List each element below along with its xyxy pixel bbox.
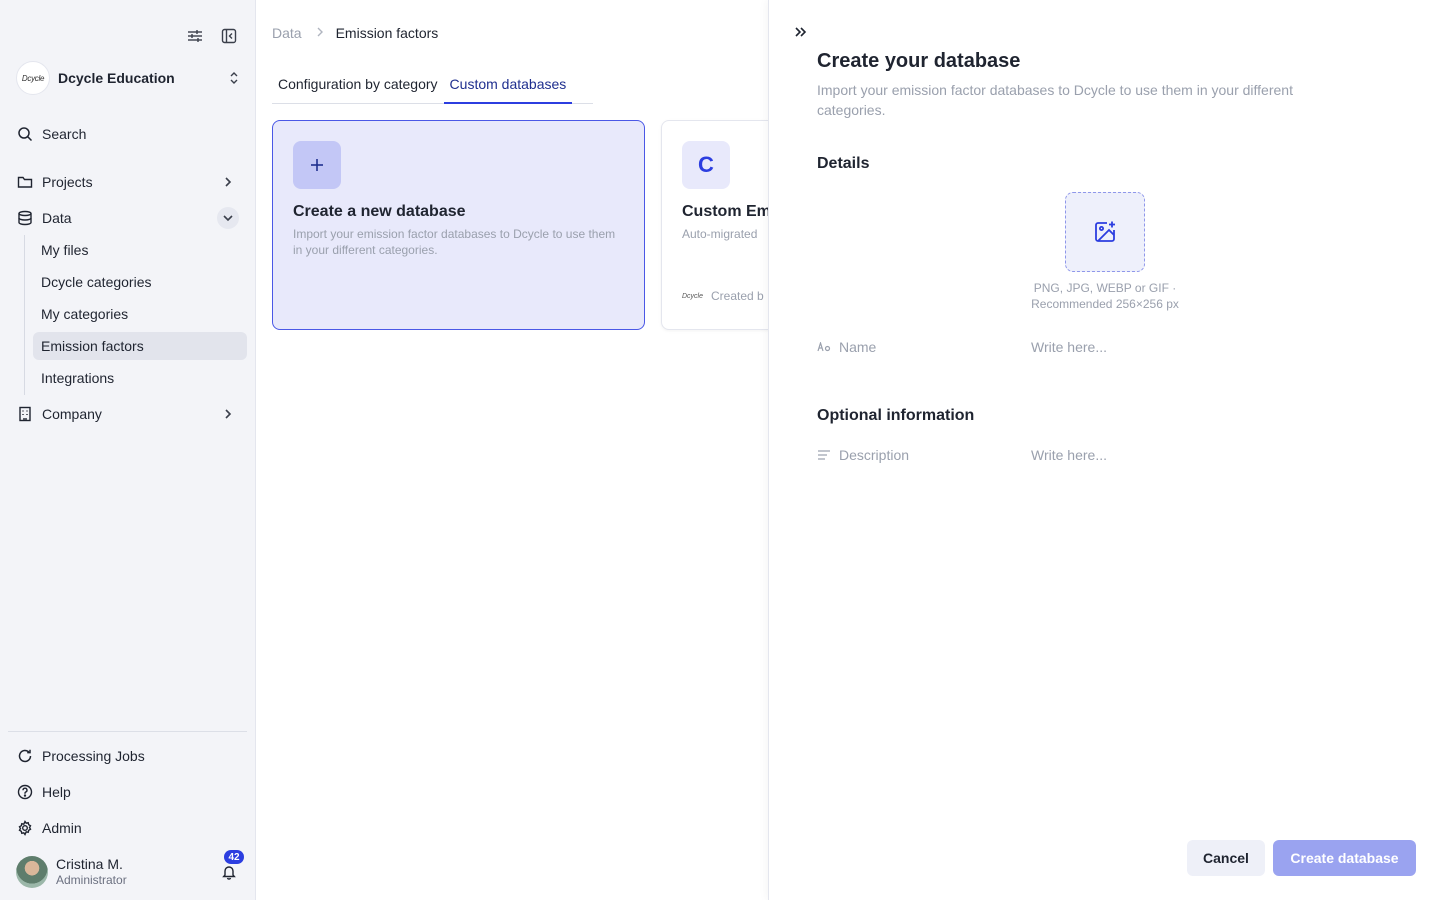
tab-custom-databases[interactable]: Custom databases bbox=[443, 72, 573, 104]
database-card[interactable]: C Custom Em Auto-migrated Dcycle Created… bbox=[661, 120, 768, 330]
refresh-icon bbox=[16, 747, 34, 765]
panel-title: Create your database bbox=[817, 50, 1021, 72]
gear-icon bbox=[16, 819, 34, 837]
dcycle-logo: Dcycle bbox=[682, 292, 704, 300]
tab-configuration-by-category[interactable]: Configuration by category bbox=[272, 72, 444, 104]
panel-subtitle: Import your emission factor databases to… bbox=[817, 82, 1293, 118]
create-database-button[interactable]: Create database bbox=[1273, 840, 1416, 876]
sidebar: Dcycle Dcycle Education Search Projects … bbox=[0, 0, 256, 900]
user-name: Cristina M. bbox=[56, 856, 123, 872]
nav-data[interactable]: Data bbox=[8, 203, 247, 233]
database-icon bbox=[16, 209, 34, 227]
submenu-guide-line bbox=[24, 235, 25, 395]
create-database-card-title: Create a new database bbox=[293, 203, 466, 220]
user-text: Cristina M. Administrator bbox=[56, 856, 218, 888]
database-card-description: Auto-migrated bbox=[682, 227, 758, 241]
description-label-text: Description bbox=[839, 447, 910, 463]
cancel-button[interactable]: Cancel bbox=[1187, 840, 1265, 876]
search-icon bbox=[16, 125, 34, 143]
user-profile[interactable]: Cristina M. Administrator 42 bbox=[16, 850, 244, 889]
breadcrumb: Data Emission factors bbox=[272, 25, 438, 41]
nav-data-label: Data bbox=[42, 210, 72, 226]
name-label-text: Name bbox=[839, 339, 877, 355]
nav-admin-label: Admin bbox=[42, 820, 82, 836]
organization-switcher[interactable]: Dcycle Dcycle Education bbox=[16, 60, 242, 96]
image-add-icon bbox=[1095, 221, 1115, 242]
create-database-card[interactable]: Create a new database Import your emissi… bbox=[272, 120, 645, 330]
building-icon bbox=[16, 405, 34, 423]
text-lines-icon bbox=[817, 448, 831, 462]
chevron-right-icon bbox=[217, 403, 239, 425]
nav-search-label: Search bbox=[42, 126, 87, 142]
database-card-footer: Dcycle Created b bbox=[682, 289, 764, 303]
nav-projects-label: Projects bbox=[42, 174, 93, 190]
collapse-panel-button[interactable] bbox=[791, 22, 811, 42]
sidebar-item-emission-factors[interactable]: Emission factors bbox=[33, 332, 247, 360]
nav-processing-jobs[interactable]: Processing Jobs bbox=[8, 741, 247, 771]
main-content: Data Emission factors Configuration by c… bbox=[256, 0, 768, 900]
nav-help[interactable]: Help bbox=[8, 777, 247, 807]
create-database-card-description: Import your emission factor databases to… bbox=[293, 227, 616, 257]
nav-processing-jobs-label: Processing Jobs bbox=[42, 748, 145, 764]
folder-icon bbox=[16, 173, 34, 191]
description-field-label: Description bbox=[817, 447, 1031, 463]
nav-help-label: Help bbox=[42, 784, 71, 800]
nav-search[interactable]: Search bbox=[8, 119, 247, 149]
sidebar-item-my-files[interactable]: My files bbox=[33, 236, 247, 264]
name-field-row: Name bbox=[817, 335, 1377, 359]
chevron-down-icon bbox=[217, 207, 239, 229]
plus-icon bbox=[293, 141, 341, 189]
user-role: Administrator bbox=[56, 873, 127, 887]
description-field-row: Description bbox=[817, 443, 1377, 467]
sidebar-item-my-categories[interactable]: My categories bbox=[33, 300, 247, 328]
chevron-right-icon bbox=[316, 26, 324, 40]
chevron-up-down-icon bbox=[226, 70, 242, 86]
notifications-button[interactable]: 42 bbox=[218, 850, 244, 883]
name-field-label: Name bbox=[817, 339, 1031, 355]
sidebar-item-integrations[interactable]: Integrations bbox=[33, 364, 247, 392]
nav-admin[interactable]: Admin bbox=[8, 813, 247, 843]
notification-count-badge: 42 bbox=[224, 850, 244, 864]
database-initial-tile: C bbox=[682, 141, 730, 189]
organization-logo: Dcycle bbox=[16, 61, 50, 95]
chevron-right-icon bbox=[217, 171, 239, 193]
sliders-icon[interactable] bbox=[185, 26, 205, 46]
sidebar-divider bbox=[8, 731, 247, 732]
nav-company-label: Company bbox=[42, 406, 102, 422]
help-icon bbox=[16, 783, 34, 801]
sidebar-item-dcycle-categories[interactable]: Dcycle categories bbox=[33, 268, 247, 296]
bell-icon bbox=[222, 866, 236, 880]
nav-projects[interactable]: Projects bbox=[8, 167, 247, 197]
name-input[interactable] bbox=[1031, 339, 1377, 355]
description-input[interactable] bbox=[1031, 447, 1377, 463]
database-card-title: Custom Em bbox=[682, 203, 768, 220]
organization-name: Dcycle Education bbox=[58, 70, 175, 86]
upload-hint: PNG, JPG, WEBP or GIF · Recommended 256×… bbox=[1031, 281, 1179, 311]
optional-information-heading: Optional information bbox=[817, 407, 975, 424]
breadcrumb-data[interactable]: Data bbox=[272, 25, 302, 41]
collapse-sidebar-icon[interactable] bbox=[219, 26, 239, 46]
sidebar-top-actions bbox=[185, 26, 239, 46]
image-upload-button[interactable] bbox=[1065, 192, 1145, 272]
nav-company[interactable]: Company bbox=[8, 399, 247, 429]
double-chevron-right-icon bbox=[795, 27, 807, 37]
details-heading: Details bbox=[817, 155, 870, 172]
database-card-created-by: Created b bbox=[711, 289, 764, 303]
breadcrumb-emission-factors: Emission factors bbox=[335, 25, 439, 41]
tab-bar: Configuration by category Custom databas… bbox=[272, 72, 593, 104]
text-format-icon bbox=[817, 340, 831, 354]
create-database-panel: Create your database Import your emissio… bbox=[768, 0, 1440, 900]
avatar bbox=[16, 856, 48, 888]
